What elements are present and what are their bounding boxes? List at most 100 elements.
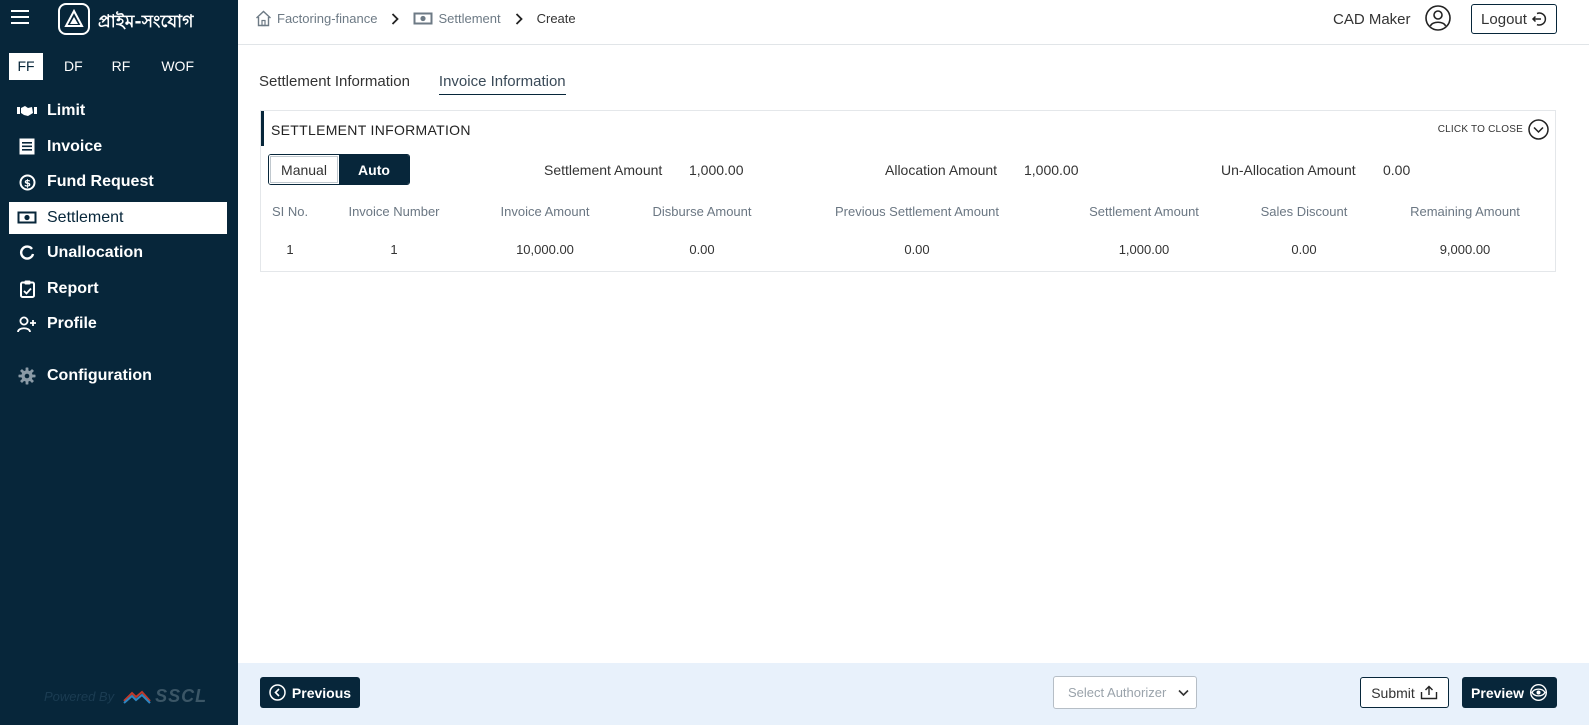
footer-action-bar: Previous Select Authorizer Submit Previe… <box>238 663 1589 725</box>
column-header: Settlement Amount <box>1089 204 1199 219</box>
table-cell: 1 <box>390 242 398 257</box>
invoice-icon <box>17 138 37 156</box>
chevron-right-icon <box>515 12 523 25</box>
module-tab-rf[interactable]: RF <box>112 53 131 80</box>
sidebar-item-settlement[interactable]: Settlement <box>9 201 227 234</box>
breadcrumb: Factoring-finance Settlement Create <box>255 10 576 27</box>
sidebar-item-invoice[interactable]: Invoice <box>9 131 227 163</box>
column-header: SI No. <box>271 204 309 219</box>
module-tab-ff[interactable]: FF <box>9 53 43 80</box>
sidebar-item-configuration[interactable]: Configuration <box>9 360 227 392</box>
content-tabs: Settlement Information Invoice Informati… <box>259 73 566 95</box>
chevron-right-icon <box>391 12 400 25</box>
panel-toggle-label: CLICK TO CLOSE <box>1437 124 1523 135</box>
brand-logo-icon <box>58 3 90 35</box>
allocation-amount-value: 1,000.00 <box>1024 162 1079 178</box>
submit-label: Submit <box>1371 684 1415 701</box>
settlement-information-panel: SETTLEMENT INFORMATION CLICK TO CLOSE Ma… <box>260 110 1556 272</box>
sidebar-item-label: Fund Request <box>47 173 154 190</box>
preview-button[interactable]: Preview <box>1462 677 1557 708</box>
sidebar-nav: Limit Invoice $ Fund Request Settlement … <box>9 95 227 396</box>
user-avatar-icon[interactable] <box>1425 5 1451 31</box>
tab-settlement-information[interactable]: Settlement Information <box>259 73 410 95</box>
breadcrumb-home-label: Factoring-finance <box>277 11 378 26</box>
previous-label: Previous <box>291 684 352 701</box>
table-cell: 10,000.00 <box>516 242 574 257</box>
sidebar-item-label: Invoice <box>47 137 103 155</box>
chevron-down-circle-icon <box>1528 119 1549 140</box>
sidebar-item-label: Unallocation <box>47 244 144 261</box>
panel-collapse-toggle[interactable]: CLICK TO CLOSE <box>1438 119 1549 140</box>
powered-by-company: SSCL <box>155 686 208 706</box>
sidebar-item-fund-request[interactable]: $ Fund Request <box>9 166 227 198</box>
column-header: Invoice Number <box>348 204 440 219</box>
banknote-icon <box>17 209 37 227</box>
breadcrumb-home[interactable]: Factoring-finance <box>255 10 377 27</box>
mode-manual-button[interactable]: Manual <box>269 155 339 184</box>
unallocation-amount-label: Un-Allocation Amount <box>1221 162 1356 178</box>
sidebar-item-label: Settlement <box>47 208 124 226</box>
sscl-logo-icon <box>123 690 151 704</box>
powered-by: Powered By SSCL <box>44 686 207 707</box>
column-header: Disburse Amount <box>652 204 752 219</box>
table-cell: 1 <box>286 242 294 257</box>
sidebar-item-profile[interactable]: Profile <box>9 308 227 340</box>
allocation-mode-toggle: Manual Auto <box>268 154 410 185</box>
panel-header: SETTLEMENT INFORMATION CLICK TO CLOSE <box>261 111 1555 146</box>
refresh-icon <box>17 244 37 262</box>
sidebar-item-label: Profile <box>47 315 97 332</box>
column-header: Sales Discount <box>1260 204 1348 219</box>
previous-button[interactable]: Previous <box>260 677 360 708</box>
column-header: Invoice Amount <box>500 204 590 219</box>
sidebar-item-label: Configuration <box>47 367 152 384</box>
user-role: CAD Maker <box>1333 11 1411 28</box>
breadcrumb-current: Create <box>536 11 576 26</box>
module-tabs: FF DF RF WOF <box>9 53 194 80</box>
settlement-amount-label: Settlement Amount <box>544 162 663 178</box>
unallocation-amount-value: 0.00 <box>1383 162 1411 178</box>
mode-auto-button[interactable]: Auto <box>339 155 409 184</box>
table-cell: 0.00 <box>689 242 715 257</box>
table-cell: 9,000.00 <box>1439 242 1491 257</box>
authorizer-select[interactable]: Select Authorizer <box>1053 676 1197 709</box>
logout-label: Logout <box>1481 10 1527 28</box>
upload-icon <box>1420 685 1437 700</box>
fund-icon: $ <box>17 173 37 191</box>
sidebar-item-report[interactable]: Report <box>9 273 227 305</box>
sidebar-header: প্রাইম-সংযোগ <box>0 0 238 40</box>
eye-icon <box>1529 684 1547 701</box>
sidebar: প্রাইম-সংযোগ FF DF RF WOF Limit Invoice … <box>0 0 238 725</box>
sidebar-item-label: Report <box>47 279 99 297</box>
svg-text:$: $ <box>24 178 31 189</box>
column-header: Remaining Amount <box>1410 204 1520 219</box>
settlement-amount-value: 1,000.00 <box>689 162 744 178</box>
user-plus-icon <box>17 315 37 333</box>
top-header: Factoring-finance Settlement Create CAD … <box>238 0 1589 45</box>
authorizer-placeholder: Select Authorizer <box>1068 685 1167 700</box>
logout-icon <box>1531 12 1547 26</box>
breadcrumb-settlement[interactable]: Settlement <box>413 11 501 26</box>
chevron-left-circle-icon <box>269 684 286 701</box>
gear-icon <box>17 367 37 385</box>
table-cell: 0.00 <box>1291 242 1317 257</box>
panel-title: SETTLEMENT INFORMATION <box>271 122 471 138</box>
hamburger-menu-icon[interactable] <box>11 10 29 26</box>
table-cell: 1,000.00 <box>1118 242 1170 257</box>
sidebar-item-limit[interactable]: Limit <box>9 95 227 127</box>
submit-button[interactable]: Submit <box>1360 677 1449 708</box>
preview-label: Preview <box>1471 684 1524 701</box>
powered-by-text: Powered By <box>44 689 115 704</box>
module-tab-wof[interactable]: WOF <box>161 53 194 80</box>
logout-button[interactable]: Logout <box>1471 4 1557 34</box>
sidebar-item-unallocation[interactable]: Unallocation <box>9 237 227 269</box>
banknote-icon <box>413 12 433 25</box>
column-header: Previous Settlement Amount <box>834 204 1000 219</box>
module-tab-df[interactable]: DF <box>64 53 83 80</box>
clipboard-icon <box>17 280 37 298</box>
brand-name: প্রাইম-সংযোগ <box>98 12 194 32</box>
sidebar-item-label: Limit <box>47 102 86 119</box>
table-cell: 0.00 <box>904 242 930 257</box>
chevron-down-icon <box>1178 689 1189 697</box>
tab-invoice-information[interactable]: Invoice Information <box>438 73 566 95</box>
allocation-amount-label: Allocation Amount <box>885 162 998 178</box>
